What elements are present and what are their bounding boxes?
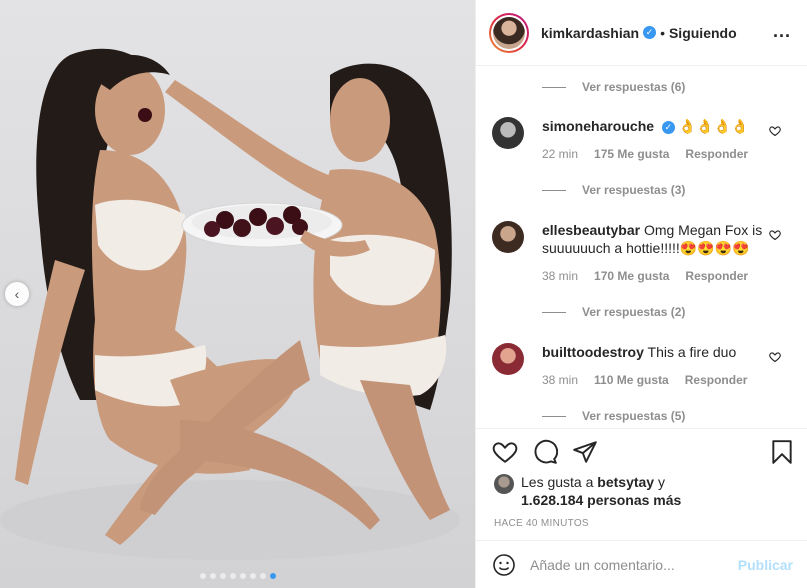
emoji-icon[interactable] <box>492 553 516 577</box>
view-replies-label: Ver respuestas (3) <box>582 183 686 197</box>
author-avatar[interactable] <box>489 12 529 53</box>
view-replies-button[interactable]: Ver respuestas (3) <box>542 183 685 197</box>
author-avatar-image <box>493 16 525 49</box>
verified-badge-icon: ✓ <box>661 120 675 134</box>
comment-username[interactable]: builttoodestroy <box>542 344 644 360</box>
save-bookmark-icon[interactable] <box>769 439 795 465</box>
like-comment-heart-icon[interactable] <box>769 125 781 137</box>
carousel-dot <box>259 573 266 579</box>
carousel-dot <box>219 573 226 579</box>
carousel-dot <box>249 573 256 579</box>
comment-likes[interactable]: 170 Me gusta <box>594 267 669 285</box>
share-paper-plane-icon[interactable] <box>572 439 598 465</box>
comment-time[interactable]: 38 min <box>542 371 578 389</box>
comment-likes[interactable]: 175 Me gusta <box>594 145 669 163</box>
post-photo-illustration <box>0 48 460 560</box>
comment-text: This a fire duo <box>647 344 737 360</box>
publish-button[interactable]: Publicar <box>738 557 793 573</box>
carousel-dots <box>0 573 475 579</box>
likes-count[interactable]: 1.628.184 personas más <box>521 492 681 508</box>
comment-bubble-icon[interactable] <box>532 439 558 465</box>
author-username[interactable]: kimkardashian <box>541 25 639 41</box>
post-photo[interactable]: ‹ <box>0 0 475 588</box>
comment-username[interactable]: simoneharouche <box>542 118 654 134</box>
more-options-icon[interactable]: ... <box>773 21 791 42</box>
reply-button[interactable]: Responder <box>685 371 748 389</box>
comment-item: simoneharouche ✓ 👌👌👌👌 22 min 175 Me gust… <box>492 117 791 163</box>
comment-composer: Publicar <box>476 540 807 588</box>
carousel-dot <box>199 573 206 579</box>
liker-username[interactable]: betsytay <box>597 474 654 490</box>
comment-likes[interactable]: 110 Me gusta <box>594 371 669 389</box>
post-side-panel: kimkardashian ✓ • Siguiendo ... Ver resp… <box>475 0 807 588</box>
carousel-dot <box>239 573 246 579</box>
commenter-avatar[interactable] <box>492 117 524 149</box>
view-replies-label: Ver respuestas (5) <box>582 409 686 423</box>
comment-item: builttoodestroy This a fire duo 38 min 1… <box>492 343 791 389</box>
carousel-dot <box>269 573 276 579</box>
commenter-avatar[interactable] <box>492 221 524 253</box>
view-replies-label: Ver respuestas (2) <box>582 305 686 319</box>
commenter-avatar[interactable] <box>492 343 524 375</box>
comments-list[interactable]: Ver respuestas (6) simoneharouche ✓ 👌👌👌👌… <box>476 66 807 428</box>
comment-input[interactable] <box>530 556 730 573</box>
post-header: kimkardashian ✓ • Siguiendo ... <box>476 0 807 66</box>
view-replies-button[interactable]: Ver respuestas (6) <box>542 80 685 94</box>
carousel-dot <box>209 573 216 579</box>
verified-badge-icon: ✓ <box>643 26 657 39</box>
liker-avatar[interactable] <box>494 474 514 494</box>
likes-summary[interactable]: Les gusta a betsytay y 1.628.184 persona… <box>494 473 791 509</box>
like-comment-heart-icon[interactable] <box>769 229 781 241</box>
likes-connector: y <box>654 474 665 490</box>
likes-prefix: Les gusta a <box>521 474 598 490</box>
following-button[interactable]: Siguiendo <box>669 25 737 41</box>
carousel-dot <box>229 573 236 579</box>
carousel-prev-button[interactable]: ‹ <box>5 282 29 306</box>
like-heart-icon[interactable] <box>492 439 518 465</box>
reply-button[interactable]: Responder <box>685 145 748 163</box>
view-replies-button[interactable]: Ver respuestas (5) <box>542 409 685 423</box>
chevron-left-icon: ‹ <box>14 286 20 302</box>
reply-button[interactable]: Responder <box>685 267 748 285</box>
post-timestamp[interactable]: HACE 40 MINUTOS <box>494 518 589 529</box>
view-replies-label: Ver respuestas (6) <box>582 80 686 94</box>
comment-username[interactable]: ellesbeautybar <box>542 222 640 238</box>
comment-time[interactable]: 38 min <box>542 267 578 285</box>
comment-item: ellesbeautybar Omg Megan Fox is suuuuuuc… <box>492 221 791 285</box>
header-separator: • <box>660 24 665 41</box>
view-replies-button[interactable]: Ver respuestas (2) <box>542 305 685 319</box>
post-actions: Les gusta a betsytay y 1.628.184 persona… <box>476 428 807 588</box>
comment-time[interactable]: 22 min <box>542 145 578 163</box>
comment-text: 👌👌👌👌 <box>678 118 749 134</box>
like-comment-heart-icon[interactable] <box>769 351 781 363</box>
